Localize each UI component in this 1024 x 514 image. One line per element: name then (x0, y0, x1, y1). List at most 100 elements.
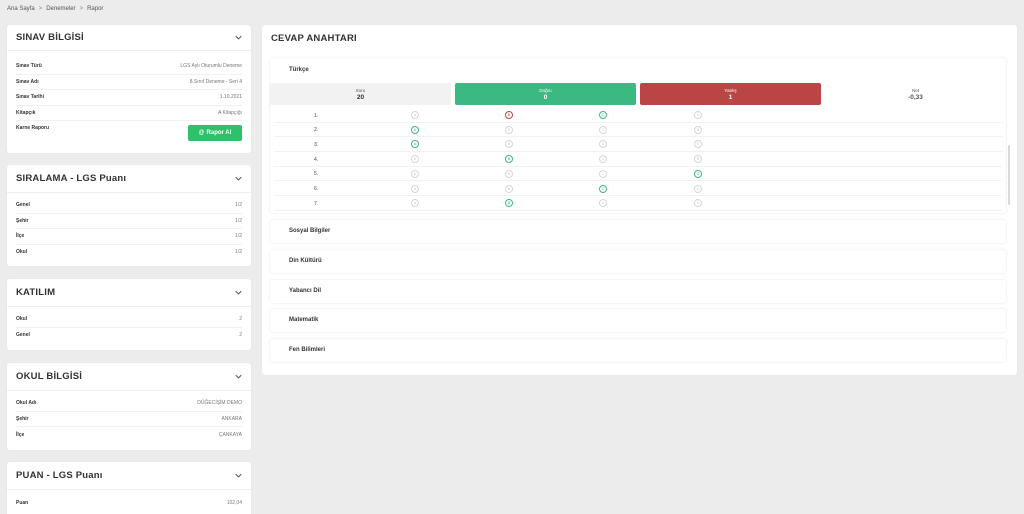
option-c-bubble: C (599, 140, 607, 149)
school-row: İlçe ÇANKAYA (16, 431, 242, 438)
rapor-al-button[interactable]: @ Rapor Al (188, 125, 242, 141)
breadcrumb: Ana Sayfa > Denemeler > Rapor (7, 6, 103, 12)
ranking-row: Şehir 1/2 (16, 214, 242, 229)
exam-info-card: SINAV BİLGİSİ Sınav Türü LGS Aylı Oturuml… (7, 25, 251, 153)
subject-section-din[interactable]: Din Kültürü (270, 250, 1006, 273)
answer-key-header: CEVAP ANAHTARI (262, 25, 1017, 51)
ranking-row: İlçe 1/2 (16, 229, 242, 245)
school-info-card: OKUL BİLGİSİ Okul Adı DÜĞECİŞİM DEMO Şehi… (7, 363, 251, 450)
ranking-row: Genel 1/2 (16, 198, 242, 214)
question-number: 5. (314, 171, 319, 178)
stat-questions: Soru 20 (270, 83, 451, 105)
ranking-row: Okul 1/2 (16, 249, 242, 256)
option-d-bubble: D (694, 155, 702, 164)
breadcrumb-home[interactable]: Ana Sayfa (7, 6, 35, 12)
info-row: Sınav Türü LGS Aylı Oturumlu Deneme (16, 59, 242, 75)
chevron-down-icon[interactable] (234, 373, 242, 381)
subject-title: Türkçe (289, 67, 309, 73)
subject-section-matematik[interactable]: Matematik (270, 309, 1006, 332)
option-a-bubble: A (411, 155, 419, 164)
question-row: 4. A B C D (274, 152, 1002, 167)
karne-label: Karne Raporu (16, 125, 50, 131)
info-row: Sınav Adı 8.Sınıf Deneme - Seri 4 (16, 75, 242, 90)
score-row: Puan 102,04 (16, 499, 242, 506)
chevron-down-icon[interactable] (234, 175, 242, 183)
school-row: Okul Adı DÜĞECİŞİM DEMO (16, 396, 242, 412)
option-d-bubble: D (694, 184, 702, 193)
option-d-bubble: D (694, 169, 702, 178)
option-a-bubble: A (411, 125, 419, 134)
question-row: 5. A B C D (274, 167, 1002, 182)
option-a-bubble: A (411, 184, 419, 193)
option-c-bubble: C (599, 169, 607, 178)
stat-net: Net -0,33 (825, 83, 1006, 105)
subject-title: Sosyal Bilgiler (289, 228, 331, 234)
breadcrumb-current: Rapor (87, 6, 104, 12)
subject-section-sosyal[interactable]: Sosyal Bilgiler (270, 220, 1006, 243)
info-row: Kitapçık A Kitapçığı (16, 106, 242, 121)
stats-bar: Soru 20 Doğru 0 Yanlış 1 Net -0,33 (270, 83, 1006, 105)
question-number: 2. (314, 127, 319, 134)
option-a-bubble: A (411, 169, 419, 178)
participation-row: Okul 2 (16, 312, 242, 328)
score-header[interactable]: PUAN - LGS Puanı (7, 462, 251, 490)
card-title: SINAV BİLGİSİ (16, 32, 84, 43)
card-title: CEVAP ANAHTARI (271, 32, 357, 44)
subject-section-fen[interactable]: Fen Bilimleri (270, 339, 1006, 362)
option-b-bubble: B (505, 169, 513, 178)
option-d-bubble: D (694, 199, 702, 208)
card-title: KATILIM (16, 287, 56, 298)
stat-correct: Doğru 0 (455, 83, 636, 105)
option-b-bubble: B (505, 125, 513, 134)
ranking-header[interactable]: SIRALAMA - LGS Puanı (7, 165, 251, 193)
option-b-bubble: B (505, 199, 513, 208)
stat-wrong: Yanlış 1 (640, 83, 821, 105)
subject-title: Fen Bilimleri (289, 347, 326, 353)
option-c-bubble: C (599, 199, 607, 208)
scrollbar[interactable] (1008, 145, 1010, 205)
option-b-bubble: B (505, 155, 513, 164)
option-d-bubble: D (694, 125, 702, 134)
chevron-down-icon[interactable] (234, 472, 242, 480)
option-a-bubble: A (411, 140, 419, 149)
participation-header[interactable]: KATILIM (7, 279, 251, 307)
question-row: 2. A B C D (274, 123, 1002, 138)
card-title: SIRALAMA - LGS Puanı (16, 173, 127, 184)
ranking-card: SIRALAMA - LGS Puanı Genel 1/2 Şehir 1/2 İ… (7, 165, 251, 266)
option-b-bubble: B (505, 111, 513, 119)
option-a-bubble: A (411, 199, 419, 208)
option-d-bubble: D (694, 111, 702, 119)
option-d-bubble: D (694, 140, 702, 149)
school-info-header[interactable]: OKUL BİLGİSİ (7, 363, 251, 391)
chevron-down-icon[interactable] (234, 34, 242, 42)
option-c-bubble: C (599, 155, 607, 164)
school-row: Şehir ANKARA (16, 412, 242, 427)
option-b-bubble: B (505, 140, 513, 149)
subject-title: Din Kültürü (289, 258, 322, 264)
subject-section-yabanci[interactable]: Yabancı Dil (270, 280, 1006, 303)
subject-title: Yabancı Dil (289, 288, 322, 294)
option-c-bubble: C (599, 111, 607, 119)
option-c-bubble: C (599, 184, 607, 193)
question-number: 4. (314, 156, 319, 163)
info-row: Sınav Tarihi 1.10.2021 (16, 90, 242, 106)
breadcrumb-separator: > (79, 6, 84, 12)
option-c-bubble: C (599, 125, 607, 134)
question-row: 1. A B C D (274, 108, 1002, 123)
question-row: 7. A B C D (274, 196, 1002, 211)
subject-title: Matematik (289, 317, 319, 323)
breadcrumb-separator: > (38, 6, 43, 12)
option-a-bubble: A (411, 111, 419, 119)
karne-row: Karne Raporu @ Rapor Al (16, 121, 242, 141)
chevron-down-icon[interactable] (234, 289, 242, 297)
exam-info-header[interactable]: SINAV BİLGİSİ (7, 25, 251, 51)
question-row: 3. A B C D (274, 137, 1002, 153)
question-number: 7. (314, 200, 319, 207)
breadcrumb-exams[interactable]: Denemeler (46, 6, 75, 12)
participation-row: Genel 2 (16, 332, 242, 339)
participation-card: KATILIM Okul 2 Genel 2 (7, 279, 251, 350)
question-number: 3. (314, 141, 319, 148)
option-b-bubble: B (505, 184, 513, 193)
score-card: PUAN - LGS Puanı Puan 102,04 (7, 462, 251, 514)
question-row: 6. A B C D (274, 182, 1002, 197)
